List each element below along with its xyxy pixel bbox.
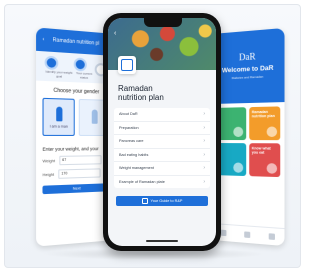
left-header-title: Ramadan nutrition pl bbox=[52, 37, 100, 47]
feature-card-icon bbox=[266, 126, 278, 137]
weight-title: Enter your weight, and your bbox=[42, 146, 99, 152]
chevron-right-icon: › bbox=[203, 138, 205, 145]
menu-item-about[interactable]: About DaR › bbox=[114, 108, 210, 122]
book-icon bbox=[141, 198, 148, 204]
height-field[interactable]: 170 bbox=[58, 168, 101, 179]
gender-option-label: I am a man bbox=[49, 123, 68, 129]
height-row: Height 170 cm bbox=[42, 168, 109, 179]
step-dot-1 bbox=[44, 55, 59, 70]
menu-item-label: About DaR bbox=[119, 112, 138, 117]
menu-list: About DaR › Preparation › Pancreas care … bbox=[114, 108, 210, 188]
title-line-2: nutrition plan bbox=[118, 93, 164, 102]
dar-logo: DaR bbox=[238, 51, 256, 63]
center-phone-mockup: ‹ Ramadan nutrition plan About DaR › Pre… bbox=[103, 13, 221, 251]
menu-item-plate[interactable]: Example of Ramadan plate › bbox=[114, 176, 210, 189]
back-arrow-icon[interactable]: ‹ bbox=[42, 36, 44, 42]
guide-button-label: Your Guide to R&P bbox=[150, 199, 183, 203]
chevron-right-icon: › bbox=[203, 165, 205, 172]
chevron-right-icon: › bbox=[203, 111, 205, 118]
step-dot-2 bbox=[73, 56, 87, 72]
man-icon bbox=[55, 106, 62, 121]
feature-card-icon bbox=[266, 163, 278, 174]
nav-home-icon[interactable] bbox=[220, 229, 227, 237]
menu-item-habits[interactable]: Bad eating habits › bbox=[114, 149, 210, 162]
menu-item-label: Example of Ramadan plate bbox=[119, 179, 165, 184]
page-title: Ramadan nutrition plan bbox=[118, 84, 206, 102]
menu-item-weight[interactable]: Weight management › bbox=[114, 162, 210, 176]
feature-card-icon bbox=[232, 162, 243, 173]
menu-item-pancreas[interactable]: Pancreas care › bbox=[114, 135, 210, 149]
feature-card-nutrition-plan[interactable]: Ramadan nutrition plan bbox=[248, 106, 281, 141]
feature-card-know-what-you-eat[interactable]: Know what you eat bbox=[248, 143, 281, 178]
menu-item-preparation[interactable]: Preparation › bbox=[114, 122, 210, 135]
weight-field[interactable]: 67 bbox=[59, 155, 102, 166]
chevron-right-icon: › bbox=[203, 151, 205, 158]
feature-card-label: Know what you eat bbox=[251, 146, 271, 155]
center-screen: ‹ Ramadan nutrition plan About DaR › Pre… bbox=[108, 18, 216, 246]
welcome-subtitle: Diabetes and Ramadan bbox=[231, 74, 264, 81]
home-indicator bbox=[146, 240, 178, 242]
back-arrow-icon[interactable]: ‹ bbox=[114, 30, 116, 37]
chevron-right-icon: › bbox=[203, 178, 205, 185]
menu-item-label: Pancreas care bbox=[119, 139, 144, 144]
feature-card-icon bbox=[232, 126, 243, 137]
right-phone-mockup: DaR Welcome to DaR Diabetes and Ramadan … bbox=[212, 27, 285, 247]
welcome-header: DaR Welcome to DaR Diabetes and Ramadan bbox=[212, 27, 285, 104]
title-line-1: Ramadan bbox=[118, 84, 153, 93]
plan-icon bbox=[118, 56, 136, 74]
height-label: Height bbox=[42, 172, 55, 177]
phone-notch bbox=[144, 18, 182, 27]
gender-option-man[interactable]: I am a man bbox=[42, 97, 75, 136]
woman-icon bbox=[91, 108, 98, 124]
menu-item-label: Weight management bbox=[119, 166, 154, 171]
step-caption-2: Your current status bbox=[75, 70, 93, 80]
weight-row: Weight 67 kg bbox=[42, 155, 109, 166]
menu-item-label: Bad eating habits bbox=[119, 152, 149, 157]
next-button[interactable]: Next bbox=[42, 183, 110, 195]
chevron-right-icon: › bbox=[203, 124, 205, 131]
feature-card-grid: Ramadan nutrition plan Know what you eat bbox=[212, 102, 285, 181]
nav-settings-icon[interactable] bbox=[268, 233, 275, 241]
nav-info-icon[interactable] bbox=[244, 231, 251, 239]
step-caption-1: Identify your weight goal bbox=[45, 68, 73, 79]
guide-button[interactable]: Your Guide to R&P bbox=[116, 196, 208, 206]
feature-card-label: Ramadan nutrition plan bbox=[251, 109, 275, 119]
weight-label: Weight bbox=[42, 158, 55, 163]
menu-item-label: Preparation bbox=[119, 125, 139, 130]
